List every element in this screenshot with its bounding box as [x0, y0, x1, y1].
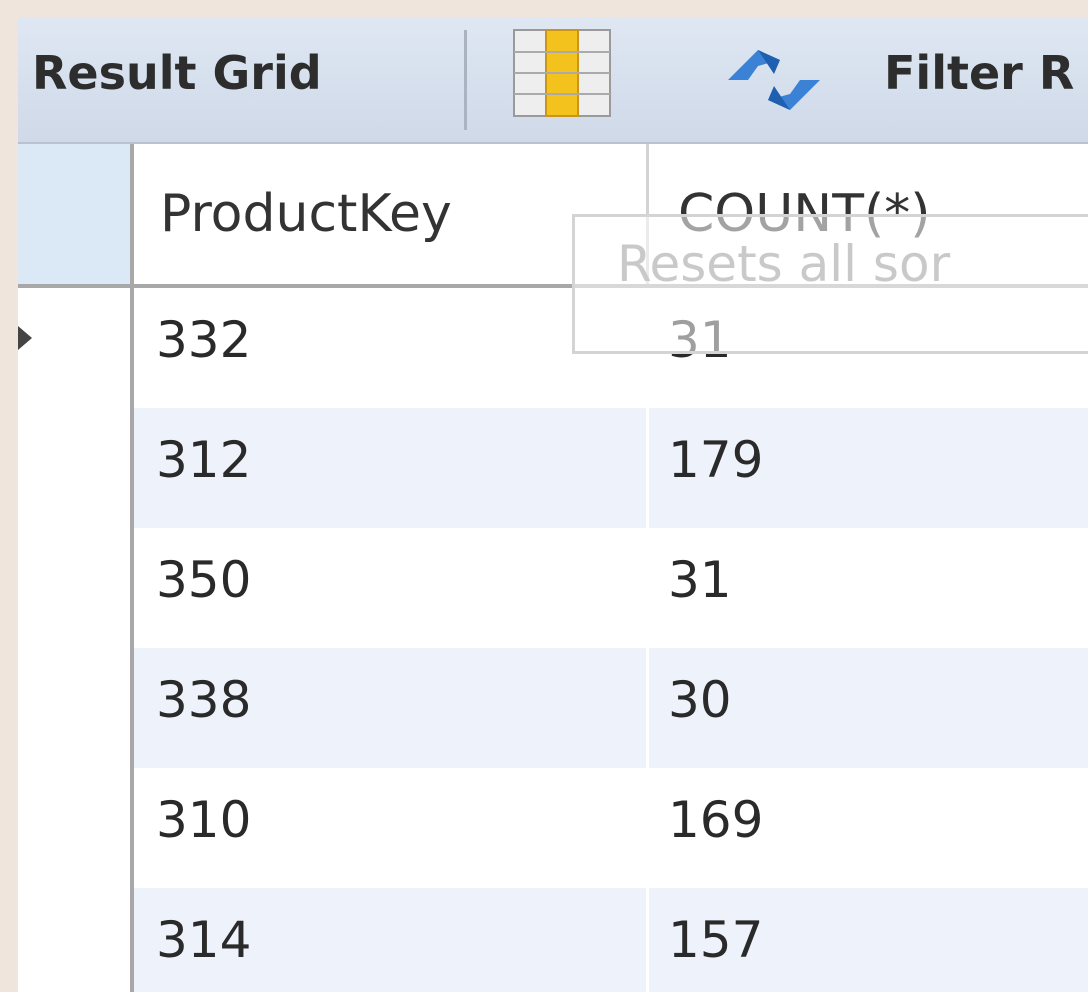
cell-count[interactable]: 30 — [668, 648, 732, 752]
grid-corner[interactable] — [18, 144, 130, 288]
tooltip-text: Resets all sor — [617, 235, 951, 293]
refresh-tooltip: Resets all sor — [572, 214, 1088, 354]
result-grid-title: Result Grid — [32, 46, 322, 100]
cell-count[interactable]: 31 — [668, 528, 732, 632]
row-header[interactable] — [18, 528, 130, 651]
result-grid-toolbar: Result Grid Filter R — [18, 18, 1088, 144]
cell-productkey[interactable]: 338 — [156, 648, 251, 752]
table-row[interactable]: 350 31 — [134, 528, 1088, 648]
filter-rows-label[interactable]: Filter R — [884, 46, 1074, 100]
cell-productkey[interactable]: 332 — [156, 288, 251, 392]
cell-count[interactable]: 169 — [668, 768, 763, 872]
table-row[interactable]: 314 157 — [134, 888, 1088, 992]
refresh-icon[interactable] — [718, 40, 830, 120]
column-toggle-icon[interactable] — [512, 28, 612, 118]
row-header-column — [18, 144, 134, 992]
result-grid-panel: Result Grid Filter R ProductKey 332 312 … — [18, 18, 1088, 992]
row-header[interactable] — [18, 768, 130, 891]
cell-divider — [646, 888, 649, 992]
toolbar-separator — [464, 30, 467, 130]
row-header[interactable] — [18, 888, 130, 992]
cell-productkey[interactable]: 350 — [156, 528, 251, 632]
cell-productkey[interactable]: 314 — [156, 888, 251, 992]
cell-productkey[interactable]: 312 — [156, 408, 251, 512]
table-row[interactable]: 312 179 — [134, 408, 1088, 528]
cell-count[interactable]: 157 — [668, 888, 763, 992]
row-header[interactable] — [18, 288, 130, 411]
row-header[interactable] — [18, 648, 130, 771]
cell-divider — [646, 408, 649, 528]
cell-productkey[interactable]: 310 — [156, 768, 251, 872]
row-header[interactable] — [18, 408, 130, 531]
table-row[interactable]: 310 169 — [134, 768, 1088, 888]
current-row-arrow-icon — [18, 326, 32, 350]
cell-count[interactable]: 179 — [668, 408, 763, 512]
cell-divider — [646, 648, 649, 768]
table-row[interactable]: 338 30 — [134, 648, 1088, 768]
